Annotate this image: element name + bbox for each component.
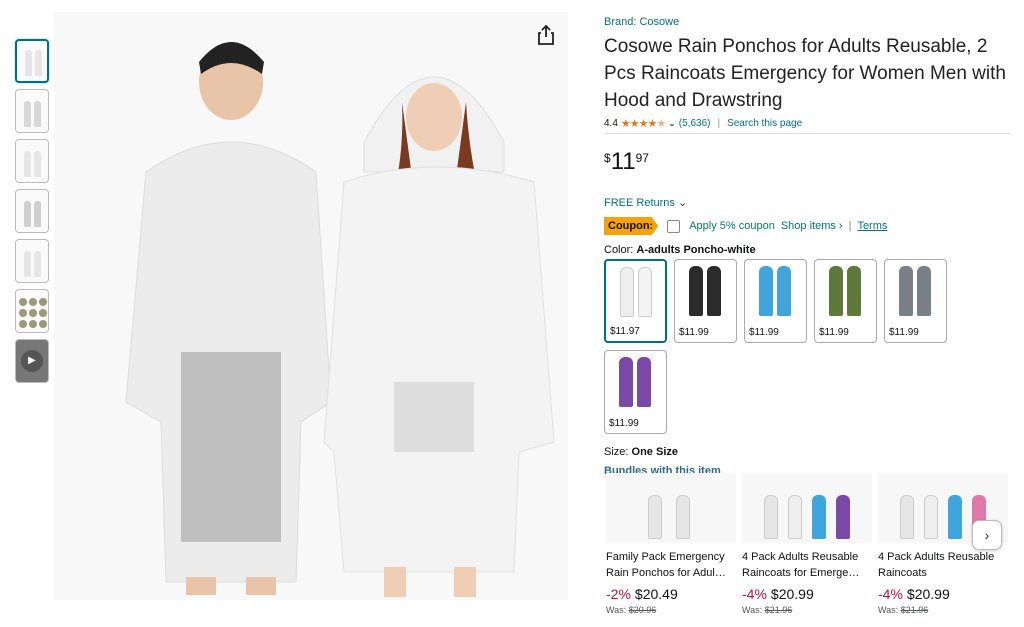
bundle-was-price: $20.96 xyxy=(628,605,657,615)
size-value: One Size xyxy=(631,446,678,458)
bundle-item[interactable]: Family Pack Emergency Rain Ponchos for A… xyxy=(606,473,736,615)
swatch-price: $11.99 xyxy=(819,327,849,338)
video-thumbnail[interactable]: ▶ xyxy=(15,339,49,383)
swatch-price: $11.99 xyxy=(609,418,639,429)
rating-value: 4.4 xyxy=(604,118,618,129)
swatch-price: $11.97 xyxy=(610,326,640,337)
coupon-row: Coupon: Apply 5% coupon Shop items › | T… xyxy=(604,217,1010,235)
bundle-discount: -2% xyxy=(606,586,631,602)
bundle-price: $20.99 xyxy=(770,586,814,602)
bundle-title[interactable]: Family Pack Emergency Rain Ponchos for A… xyxy=(606,549,736,581)
bundle-discount: -4% xyxy=(742,586,767,602)
product-info: Brand: Cosowe Cosowe Rain Ponchos for Ad… xyxy=(604,12,1010,477)
color-row: Color: A-adults Poncho-white xyxy=(604,244,1010,256)
bundle-item[interactable]: 4 Pack Adults Reusable Raincoats for Eme… xyxy=(742,473,872,615)
swatch-price: $11.99 xyxy=(679,327,709,338)
coupon-badge: Coupon: xyxy=(604,217,659,235)
chevron-right-icon: › xyxy=(984,527,990,543)
rating-row: 4.4 ★★★★★ ⌄ (5,636) | Search this page xyxy=(604,117,1010,134)
shop-items-link[interactable]: Shop items › xyxy=(781,220,843,232)
star-rating-icon[interactable]: ★★★★★ xyxy=(621,117,666,130)
price-currency: $ xyxy=(604,151,611,165)
brand-link[interactable]: Brand: Cosowe xyxy=(604,16,679,28)
free-returns-link[interactable]: FREE Returns ⌄ xyxy=(604,196,1010,209)
rating-count-link[interactable]: (5,636) xyxy=(679,118,711,129)
woman-in-poncho-image xyxy=(323,76,555,597)
thumbnail-1[interactable] xyxy=(15,39,49,83)
thumbnail-3[interactable] xyxy=(15,139,49,183)
chevron-down-icon: ⌄ xyxy=(677,197,688,209)
divider: | xyxy=(717,118,721,129)
was-label: Was: xyxy=(606,605,627,615)
main-product-image[interactable] xyxy=(54,12,568,600)
bundle-title[interactable]: 4 Pack Adults Reusable Raincoats for Eme… xyxy=(742,549,872,581)
bundle-price: $20.49 xyxy=(634,586,678,602)
color-value: A-adults Poncho-white xyxy=(636,244,756,256)
price-whole: 11 xyxy=(610,148,636,175)
bundle-price: $20.99 xyxy=(906,586,950,602)
color-swatch[interactable]: $11.99 xyxy=(674,259,737,343)
price: $ 11 97 xyxy=(604,148,1010,176)
man-in-poncho-image xyxy=(125,42,332,595)
thumbnail-strip: ▶ xyxy=(15,39,49,389)
size-label: Size: xyxy=(604,446,629,458)
price-fraction: 97 xyxy=(635,151,649,165)
color-swatches: $11.97 $11.99 $11.99 $11.99 $11.99 $11.9… xyxy=(604,259,954,434)
terms-link[interactable]: Terms xyxy=(857,220,887,232)
apply-coupon-label[interactable]: Apply 5% coupon xyxy=(689,220,775,232)
size-row: Size: One Size xyxy=(604,446,1010,458)
swatch-price: $11.99 xyxy=(749,327,779,338)
bundle-image xyxy=(606,473,736,543)
color-swatch[interactable]: $11.99 xyxy=(744,259,807,343)
color-swatch[interactable]: $11.97 xyxy=(604,259,667,343)
thumbnail-5[interactable] xyxy=(15,239,49,283)
color-swatch[interactable]: $11.99 xyxy=(884,259,947,343)
coupon-checkbox[interactable] xyxy=(667,219,681,233)
product-title: Cosowe Rain Ponchos for Adults Reusable,… xyxy=(604,36,1006,111)
color-swatch[interactable]: $11.99 xyxy=(604,350,667,434)
bundle-image xyxy=(742,473,872,543)
free-returns-label: FREE Returns xyxy=(604,197,675,209)
divider: | xyxy=(848,220,852,232)
thumbnail-2[interactable] xyxy=(15,89,49,133)
carousel-next-button[interactable]: › xyxy=(972,520,1002,550)
bundle-title[interactable]: 4 Pack Adults Reusable Raincoats xyxy=(878,549,1008,581)
swatch-price: $11.99 xyxy=(889,327,919,338)
thumbnail-6[interactable] xyxy=(15,289,49,333)
play-icon: ▶ xyxy=(21,350,43,372)
search-this-page-link[interactable]: Search this page xyxy=(727,118,802,129)
bundle-discount: -4% xyxy=(878,586,903,602)
bundle-was-price: $21.96 xyxy=(900,605,929,615)
bundle-was-price: $21.96 xyxy=(764,605,793,615)
was-label: Was: xyxy=(878,605,899,615)
was-label: Was: xyxy=(742,605,763,615)
thumbnail-4[interactable] xyxy=(15,189,49,233)
chevron-down-icon[interactable]: ⌄ xyxy=(668,118,676,129)
color-label: Color: xyxy=(604,244,634,256)
color-swatch[interactable]: $11.99 xyxy=(814,259,877,343)
